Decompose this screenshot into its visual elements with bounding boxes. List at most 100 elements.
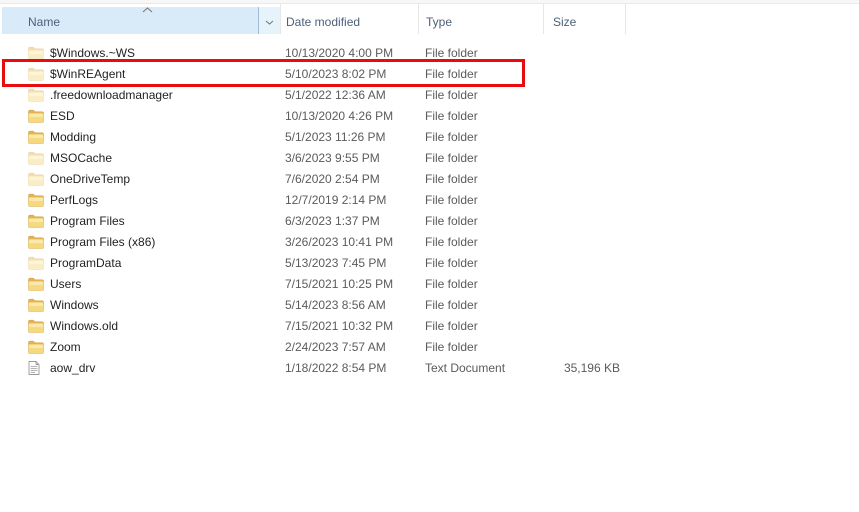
name-cell: MSOCache: [0, 151, 280, 165]
folder-icon: [28, 67, 44, 81]
file-type: File folder: [425, 234, 478, 249]
file-name: Windows.old: [50, 318, 119, 333]
folder-icon: [28, 277, 44, 291]
file-name: $Windows.~WS: [50, 45, 136, 60]
file-row[interactable]: $Windows.~WS 10/13/2020 4:00 PM File fol…: [0, 42, 859, 63]
date-modified: 10/13/2020 4:26 PM: [285, 108, 394, 123]
folder-icon: [28, 319, 44, 333]
file-name: Modding: [50, 129, 97, 144]
date-modified: 2/24/2023 7:57 AM: [285, 339, 386, 354]
file-name: Program Files: [50, 213, 125, 228]
file-row[interactable]: ESD 10/13/2020 4:26 PM File folder: [0, 105, 859, 126]
folder-icon: [28, 256, 44, 270]
file-name: Users: [50, 276, 82, 291]
text-document-icon: [28, 360, 44, 375]
file-row[interactable]: Program Files 6/3/2023 1:37 PM File fold…: [0, 210, 859, 231]
name-cell: Program Files: [0, 214, 280, 228]
name-cell: .freedownloadmanager: [0, 88, 280, 102]
chevron-down-icon: [265, 14, 274, 28]
file-type: File folder: [425, 87, 478, 102]
date-modified: 3/6/2023 9:55 PM: [285, 150, 380, 165]
folder-icon: [28, 193, 44, 207]
file-type: File folder: [425, 192, 478, 207]
file-name: MSOCache: [50, 150, 113, 165]
date-modified: 5/10/2023 8:02 PM: [285, 66, 387, 81]
file-name: Zoom: [50, 339, 81, 354]
sort-ascending-icon: [142, 7, 153, 13]
file-row[interactable]: Windows.old 7/15/2021 10:32 PM File fold…: [0, 315, 859, 336]
file-row[interactable]: Users 7/15/2021 10:25 PM File folder: [0, 273, 859, 294]
name-cell: Windows.old: [0, 319, 280, 333]
file-row[interactable]: Program Files (x86) 3/26/2023 10:41 PM F…: [0, 231, 859, 252]
folder-icon: [28, 151, 44, 165]
file-name: aow_drv: [50, 360, 96, 375]
file-type: File folder: [425, 297, 478, 312]
name-cell: PerfLogs: [0, 193, 280, 207]
column-header-type[interactable]: Type: [418, 4, 543, 34]
file-type: File folder: [425, 213, 478, 228]
file-type: File folder: [425, 66, 478, 81]
folder-icon: [28, 88, 44, 102]
date-modified: 7/6/2020 2:54 PM: [285, 171, 380, 186]
date-modified: 7/15/2021 10:32 PM: [285, 318, 394, 333]
file-name: ESD: [50, 108, 75, 123]
date-modified: 5/14/2023 8:56 AM: [285, 297, 386, 312]
file-type: File folder: [425, 45, 478, 60]
folder-icon: [28, 235, 44, 249]
file-type: File folder: [425, 276, 478, 291]
column-header-size[interactable]: Size: [543, 4, 625, 34]
file-row[interactable]: OneDriveTemp 7/6/2020 2:54 PM File folde…: [0, 168, 859, 189]
column-headers: Name Date modified Type Size: [0, 4, 859, 34]
file-row[interactable]: .freedownloadmanager 5/1/2022 12:36 AM F…: [0, 84, 859, 105]
name-cell: OneDriveTemp: [0, 172, 280, 186]
file-list: $Windows.~WS 10/13/2020 4:00 PM File fol…: [0, 42, 859, 378]
file-size: 35,196 KB: [563, 360, 620, 375]
file-type: File folder: [425, 150, 478, 165]
name-filter-dropdown[interactable]: [258, 7, 280, 34]
date-modified: 5/13/2023 7:45 PM: [285, 255, 387, 270]
folder-icon: [28, 46, 44, 60]
folder-icon: [28, 214, 44, 228]
file-row[interactable]: aow_drv 1/18/2022 8:54 PM Text Document …: [0, 357, 859, 378]
file-type: Text Document: [425, 360, 506, 375]
file-row[interactable]: Windows 5/14/2023 8:56 AM File folder: [0, 294, 859, 315]
date-modified: 12/7/2019 2:14 PM: [285, 192, 387, 207]
name-cell: Program Files (x86): [0, 235, 280, 249]
column-header-filler: [625, 4, 859, 34]
file-name: ProgramData: [50, 255, 122, 270]
name-cell: ProgramData: [0, 256, 280, 270]
date-modified: 5/1/2022 12:36 AM: [285, 87, 386, 102]
date-modified: 10/13/2020 4:00 PM: [285, 45, 394, 60]
file-type: File folder: [425, 108, 478, 123]
date-modified: 3/26/2023 10:41 PM: [285, 234, 394, 249]
name-cell: Windows: [0, 298, 280, 312]
file-name: OneDriveTemp: [50, 171, 131, 186]
file-type: File folder: [425, 339, 478, 354]
name-cell: Users: [0, 277, 280, 291]
file-row[interactable]: Zoom 2/24/2023 7:57 AM File folder: [0, 336, 859, 357]
date-modified: 7/15/2021 10:25 PM: [285, 276, 394, 291]
file-name: $WinREAgent: [50, 66, 126, 81]
file-row[interactable]: PerfLogs 12/7/2019 2:14 PM File folder: [0, 189, 859, 210]
file-name: PerfLogs: [50, 192, 99, 207]
file-name: Program Files (x86): [50, 234, 156, 249]
file-name: .freedownloadmanager: [50, 87, 173, 102]
folder-icon: [28, 109, 44, 123]
file-type: File folder: [425, 255, 478, 270]
file-row[interactable]: ProgramData 5/13/2023 7:45 PM File folde…: [0, 252, 859, 273]
date-modified: 5/1/2023 11:26 PM: [285, 129, 386, 144]
column-header-name[interactable]: Name: [2, 7, 280, 34]
column-header-date-modified[interactable]: Date modified: [280, 4, 418, 34]
name-cell: Zoom: [0, 340, 280, 354]
name-cell: ESD: [0, 109, 280, 123]
column-header-name-label: Name: [28, 15, 61, 29]
file-name: Windows: [50, 297, 99, 312]
file-row[interactable]: Modding 5/1/2023 11:26 PM File folder: [0, 126, 859, 147]
date-modified: 6/3/2023 1:37 PM: [285, 213, 380, 228]
name-cell: $WinREAgent: [0, 67, 280, 81]
date-modified: 1/18/2022 8:54 PM: [285, 360, 387, 375]
file-type: File folder: [425, 129, 478, 144]
file-row[interactable]: $WinREAgent 5/10/2023 8:02 PM File folde…: [0, 63, 859, 84]
name-cell: Modding: [0, 130, 280, 144]
file-row[interactable]: MSOCache 3/6/2023 9:55 PM File folder: [0, 147, 859, 168]
